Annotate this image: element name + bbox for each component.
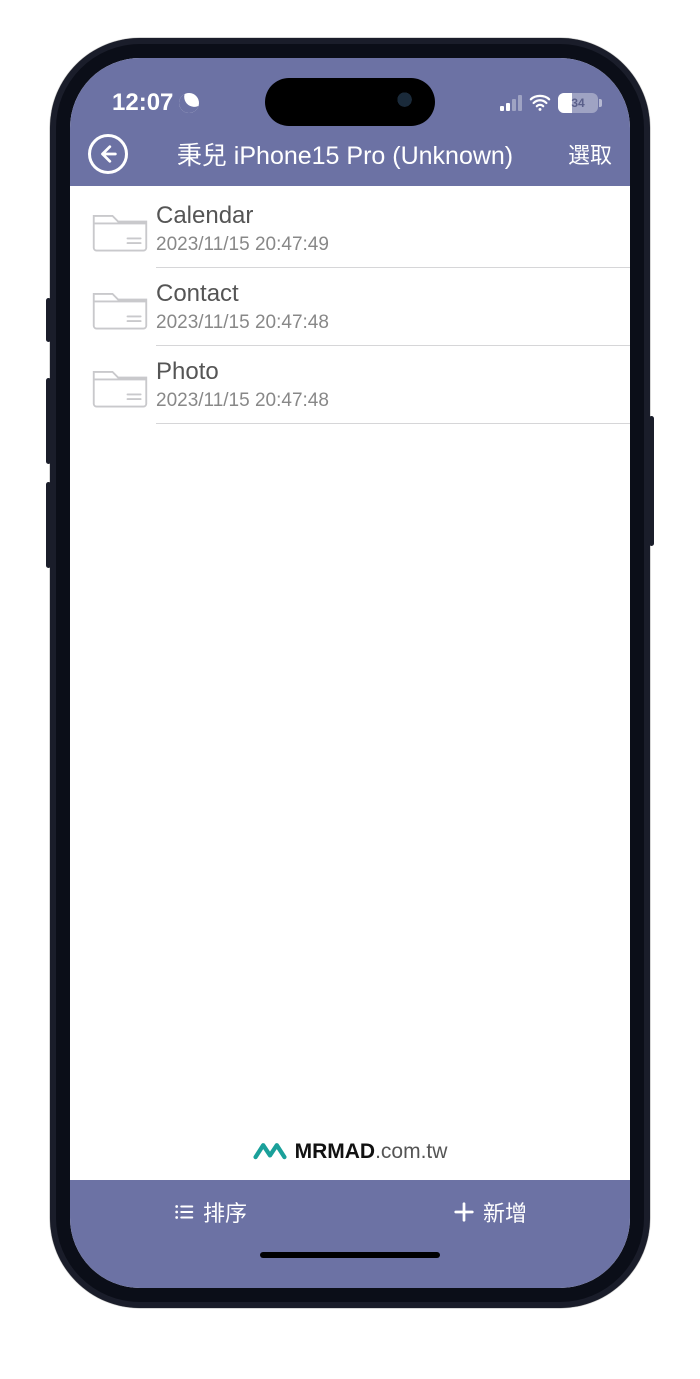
volume-down-button bbox=[46, 482, 51, 568]
add-button[interactable]: 新增 bbox=[350, 1196, 630, 1228]
volume-up-button bbox=[46, 378, 51, 464]
bottom-toolbar: 排序 新增 bbox=[70, 1180, 630, 1244]
back-button[interactable] bbox=[88, 134, 128, 174]
back-arrow-icon bbox=[97, 143, 119, 165]
folder-name: Calendar bbox=[156, 202, 614, 230]
wifi-icon bbox=[529, 92, 551, 114]
plus-icon bbox=[453, 1201, 475, 1223]
folder-icon bbox=[84, 361, 156, 409]
folder-name: Photo bbox=[156, 358, 614, 386]
list-item[interactable]: Contact 2023/11/15 20:47:48 bbox=[70, 268, 630, 346]
navigation-bar: 秉兒 iPhone15 Pro (Unknown) 選取 bbox=[70, 128, 630, 186]
mute-switch bbox=[46, 298, 51, 342]
select-button[interactable]: 選取 bbox=[562, 138, 612, 170]
page-title: 秉兒 iPhone15 Pro (Unknown) bbox=[128, 136, 562, 172]
list-item[interactable]: Calendar 2023/11/15 20:47:49 bbox=[70, 190, 630, 268]
folder-timestamp: 2023/11/15 20:47:49 bbox=[156, 234, 614, 256]
dnd-moon-icon bbox=[177, 90, 203, 116]
status-time: 12:07 bbox=[112, 89, 173, 117]
battery-percent: 34 bbox=[571, 96, 584, 110]
folder-name: Contact bbox=[156, 280, 614, 308]
folder-list: Calendar 2023/11/15 20:47:49 Contact bbox=[70, 186, 630, 1124]
screen: 12:07 bbox=[70, 58, 630, 1288]
folder-timestamp: 2023/11/15 20:47:48 bbox=[156, 390, 614, 412]
sort-label: 排序 bbox=[203, 1196, 247, 1228]
sort-list-icon bbox=[173, 1201, 195, 1223]
list-item[interactable]: Photo 2023/11/15 20:47:48 bbox=[70, 346, 630, 424]
folder-icon bbox=[84, 205, 156, 253]
battery-icon: 34 bbox=[558, 93, 598, 113]
add-label: 新增 bbox=[483, 1196, 527, 1228]
sort-button[interactable]: 排序 bbox=[70, 1196, 350, 1228]
power-button bbox=[649, 416, 654, 546]
home-indicator-area bbox=[70, 1244, 630, 1288]
folder-timestamp: 2023/11/15 20:47:48 bbox=[156, 312, 614, 334]
home-indicator[interactable] bbox=[260, 1252, 440, 1258]
cellular-signal-icon bbox=[500, 95, 522, 111]
watermark-text: MRMAD.com.tw bbox=[295, 1140, 448, 1164]
folder-icon bbox=[84, 283, 156, 331]
dynamic-island bbox=[265, 78, 435, 126]
phone-frame: 12:07 bbox=[50, 38, 650, 1308]
watermark: MRMAD.com.tw bbox=[70, 1124, 630, 1180]
mrmad-logo-icon bbox=[253, 1140, 287, 1164]
